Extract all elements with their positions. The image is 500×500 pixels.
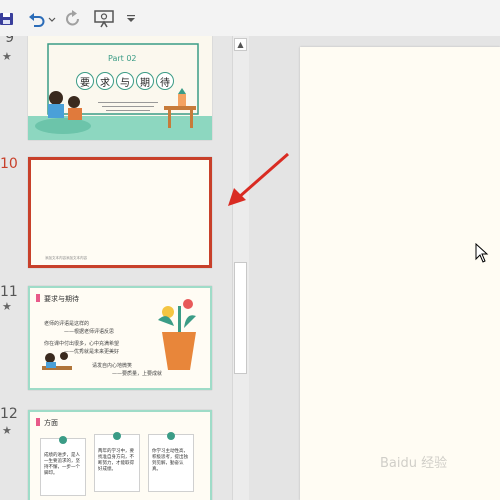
slide-number: 12 <box>0 406 18 422</box>
slide-thumbnail-12[interactable]: 方面 成绩的进步，是人一生要追求的，坚持不懈，一步一个脚印。 两年的学习中，要找… <box>28 410 212 500</box>
slide-footer-text: 添加文本内容添加文本内容 <box>45 256 87 260</box>
card-text: 成绩的进步，是人一生要追求的，坚持不懈，一步一个脚印。 <box>44 453 80 476</box>
pin-icon <box>167 432 175 440</box>
slide-thumbnail-11[interactable]: 要求与期待 老师的评语是这样的 ——根据老师评语反思 你在课中付出很多，心中充满… <box>28 286 212 390</box>
slide-thumbnail-9[interactable]: Part 02 要 求 与 期 待 <box>28 36 212 140</box>
scroll-up-arrow-icon[interactable]: ▲ <box>234 38 247 51</box>
slide-text-line: 请发自内心地微笑 <box>92 363 133 369</box>
pin-icon <box>113 432 121 440</box>
content-card: 你学习主动性高，积极思考，提出独到见解，勤奋认真。 <box>148 432 194 492</box>
slide-canvas[interactable] <box>300 47 500 500</box>
slide-thumbnail-panel: 9 ★ Part 02 要 求 与 期 待 10 添加文本内容添加文本内容 11… <box>0 36 232 500</box>
scrollbar-thumb[interactable] <box>234 262 247 374</box>
redo-icon[interactable] <box>64 8 82 30</box>
slide-part-label: Part 02 <box>108 54 137 63</box>
slide-text-line: 老师的评语是这样的 <box>44 321 90 327</box>
content-card: 两年的学习中，要找准自身方向，不断努力，才能取得好成绩。 <box>94 432 140 492</box>
undo-dropdown-icon[interactable] <box>48 8 56 30</box>
slide-text-line: ——要质量，上要成就 <box>112 371 163 377</box>
title-char: 与 <box>116 72 134 90</box>
mouse-cursor-icon <box>475 243 489 263</box>
customize-dropdown-icon[interactable] <box>126 8 136 30</box>
undo-icon[interactable] <box>28 8 46 30</box>
quick-access-toolbar <box>0 0 500 37</box>
slide-number: 10 <box>0 156 18 172</box>
slide-heading: 要求与期待 <box>44 295 79 303</box>
slide-number: 9 <box>5 36 14 46</box>
title-char: 待 <box>156 72 174 90</box>
title-char: 求 <box>96 72 114 90</box>
slide-animation-star-icon: ★ <box>2 424 12 437</box>
title-char: 期 <box>136 72 154 90</box>
slide-number: 11 <box>0 284 18 300</box>
card-text: 两年的学习中，要找准自身方向，不断努力，才能取得好成绩。 <box>98 449 134 472</box>
title-char: 要 <box>76 72 94 90</box>
annotation-arrow-icon <box>228 152 289 206</box>
present-icon[interactable] <box>94 8 114 30</box>
slide-text-line: ——优秀就是未来更美好 <box>64 349 120 355</box>
slide-animation-star-icon: ★ <box>2 300 12 313</box>
card-text: 你学习主动性高，积极思考，提出独到见解，勤奋认真。 <box>152 449 188 472</box>
slide-thumbnail-10[interactable]: 添加文本内容添加文本内容 <box>28 157 212 268</box>
pin-icon <box>59 436 67 444</box>
slide-text-line: ——根据老师评语反思 <box>64 329 115 335</box>
slide-animation-star-icon: ★ <box>2 50 12 63</box>
save-icon[interactable] <box>0 8 14 30</box>
slide-heading: 方面 <box>44 419 58 427</box>
slide-text-line: 你在课中付出很多，心中充满希望 <box>44 341 120 347</box>
content-card: 成绩的进步，是人一生要追求的，坚持不懈，一步一个脚印。 <box>40 436 86 496</box>
watermark: Baidu 经验 <box>380 456 448 471</box>
